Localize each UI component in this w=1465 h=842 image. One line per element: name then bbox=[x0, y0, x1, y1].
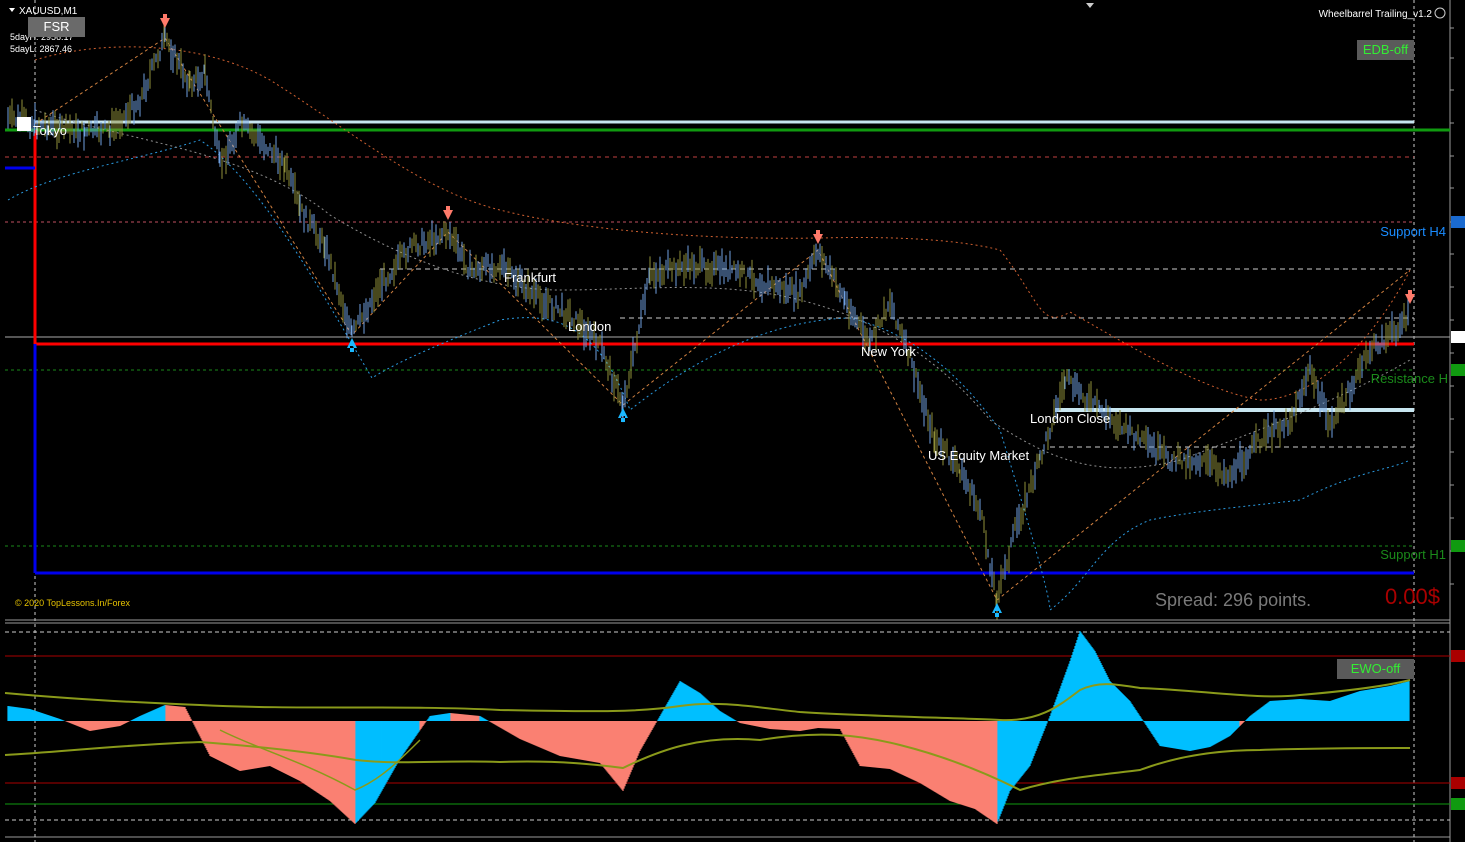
ewo-tag-upper bbox=[1451, 650, 1465, 662]
fsr-button[interactable]: FSR bbox=[28, 17, 85, 37]
session-london-close: London Close bbox=[1030, 411, 1110, 426]
middle-envelope bbox=[34, 109, 1411, 469]
session-london: London bbox=[568, 319, 611, 334]
session-new-york: New York bbox=[861, 344, 916, 359]
buy-arrow-icon bbox=[618, 408, 628, 422]
price-chart: Tokyo Frankfurt London New York London C… bbox=[4, 0, 1465, 842]
session-us-equity: US Equity Market bbox=[928, 448, 1030, 463]
chart-shift-icon[interactable] bbox=[1086, 3, 1094, 8]
upper-envelope bbox=[34, 46, 1411, 401]
label-support-h1: Support H1 bbox=[1380, 547, 1446, 562]
indicator-settings-icon[interactable] bbox=[1434, 7, 1446, 19]
sell-arrow-icon bbox=[443, 206, 453, 220]
spread-text: Spread: 296 points. bbox=[1155, 590, 1311, 610]
copyright-text: © 2020 TopLessons.In/Forex bbox=[15, 598, 131, 608]
label-support-h4: Support H4 bbox=[1380, 224, 1446, 239]
price-axis bbox=[1450, 27, 1454, 585]
ewo-histogram bbox=[7, 631, 1410, 824]
symbol-label: XAUUSD,M1 bbox=[19, 6, 78, 17]
profit-text: 0.00$ bbox=[1385, 584, 1440, 609]
five-day-low: 5dayL: 2867.46 bbox=[10, 44, 72, 54]
buy-arrow-icon bbox=[347, 338, 357, 352]
buy-arrows bbox=[347, 338, 1002, 617]
tokyo-marker-box bbox=[17, 117, 31, 131]
ewo-toggle-button[interactable]: EWO-off bbox=[1337, 659, 1414, 679]
lower-envelope bbox=[7, 139, 1411, 611]
buy-arrow-icon bbox=[992, 603, 1002, 617]
sell-arrows bbox=[160, 14, 1415, 304]
sell-arrow-icon bbox=[813, 230, 823, 244]
indicator-name: Wheelbarrel Trailing_v1.2 bbox=[1319, 9, 1433, 20]
label-resistance-h1: Resistance H bbox=[1371, 371, 1448, 386]
session-tokyo: Tokyo bbox=[33, 123, 67, 138]
edb-toggle-button[interactable]: EDB-off bbox=[1357, 40, 1414, 60]
sell-arrow-icon bbox=[160, 14, 170, 28]
session-frankfurt: Frankfurt bbox=[504, 270, 556, 285]
dropdown-triangle-icon[interactable] bbox=[9, 8, 15, 12]
price-series bbox=[7, 20, 1409, 620]
price-tag-bid bbox=[1451, 331, 1465, 343]
price-tag-resistance bbox=[1451, 364, 1465, 376]
price-tag-support-h1 bbox=[1451, 540, 1465, 552]
ewo-tag-lower bbox=[1451, 777, 1465, 789]
ewo-tag-green bbox=[1451, 798, 1465, 810]
price-tag-support-h4 bbox=[1451, 216, 1465, 228]
